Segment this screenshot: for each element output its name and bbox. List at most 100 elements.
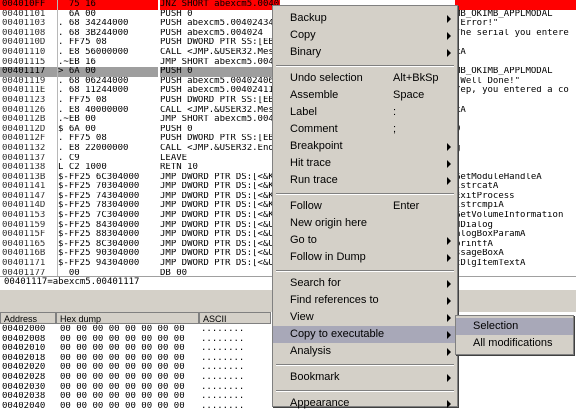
- dump-row-hex[interactable]: 00 00 00 00 00 00 00 00: [60, 392, 199, 402]
- disasm-row-cmt[interactable]: xA: [455, 48, 576, 58]
- dump-row-addr[interactable]: 00402018: [2, 354, 56, 364]
- menu-item-copy-to-executable[interactable]: Copy to executable: [273, 326, 457, 343]
- disasm-row-dis[interactable]: PUSH abexcm5.004024: [160, 29, 280, 39]
- disasm-row-dis[interactable]: LEAVE: [160, 154, 280, 164]
- disasm-row-addr[interactable]: 0040114D: [0, 201, 57, 211]
- dump-row-addr[interactable]: 00402028: [2, 373, 56, 383]
- disasm-row-dis[interactable]: JMP DWORD PTR DS:[<&USER32: [160, 230, 280, 240]
- menu-item-undo-selection[interactable]: Undo selection Alt+BkSp: [273, 70, 457, 87]
- disasm-row-dis[interactable]: JMP SHORT abexcm5.0040112D: [160, 115, 280, 125]
- disasm-row-dis[interactable]: JMP DWORD PTR DS:[<&KERNEL: [160, 211, 280, 221]
- dump-row-addr[interactable]: 00402010: [2, 344, 56, 354]
- dump-row-ascii[interactable]: ........: [201, 392, 271, 402]
- disasm-row-hex[interactable]: > 6A 00: [58, 67, 158, 77]
- submenu-item-selection[interactable]: Selection: [456, 318, 573, 335]
- disasm-row-hex[interactable]: L C2 1000: [58, 163, 158, 173]
- dump-row-addr[interactable]: 00402008: [2, 335, 56, 345]
- disasm-row-addr[interactable]: 00401138: [0, 163, 57, 173]
- disasm-row-hex[interactable]: . FF75 08: [58, 38, 158, 48]
- disasm-row-hex[interactable]: . 68 3B244000: [58, 29, 158, 39]
- disasm-row-cmt[interactable]: tDlgItemTextA: [455, 259, 576, 269]
- disasm-row-hex[interactable]: $-FF25 74304000: [58, 192, 158, 202]
- disasm-row-addr[interactable]: 0040111E: [0, 86, 57, 96]
- disasm-row-addr[interactable]: 00401103: [0, 19, 57, 29]
- dump-row-ascii[interactable]: ........: [201, 344, 271, 354]
- disasm-row-hex[interactable]: . E8 22000000: [58, 144, 158, 154]
- disasm-row-cmt[interactable]: [455, 163, 576, 173]
- disasm-row-dis[interactable]: PUSH 0: [160, 10, 280, 20]
- disasm-row-cmt[interactable]: GetModuleHandleA: [455, 173, 576, 183]
- dump-row-addr[interactable]: 00402040: [2, 402, 56, 410]
- menu-item-follow[interactable]: Follow Enter: [273, 198, 457, 215]
- dump-header-address[interactable]: Address: [0, 312, 56, 324]
- disasm-row-hex[interactable]: .~EB 16: [58, 58, 158, 68]
- disasm-row-addr[interactable]: 0040116B: [0, 249, 57, 259]
- disasm-row-dis[interactable]: JMP SHORT abexcm5.00401130: [160, 58, 280, 68]
- disasm-row-hex[interactable]: $-FF25 90304000: [58, 249, 158, 259]
- dump-row-ascii[interactable]: ........: [201, 373, 271, 383]
- dump-row-ascii[interactable]: ........: [201, 363, 271, 373]
- disasm-row-dis[interactable]: JMP DWORD PTR DS:[<&USER32: [160, 259, 280, 269]
- disasm-row-hex[interactable]: $-FF25 88304000: [58, 230, 158, 240]
- dump-row-addr[interactable]: 00402038: [2, 392, 56, 402]
- dump-row-addr[interactable]: 00402000: [2, 325, 56, 335]
- disasm-row-cmt[interactable]: 0: [455, 125, 576, 135]
- disasm-row-dis[interactable]: PUSH DWORD PTR SS:[EBP+8]: [160, 134, 280, 144]
- disasm-row-hex[interactable]: $-FF25 84304000: [58, 221, 158, 231]
- disasm-row-dis[interactable]: JMP DWORD PTR DS:[<&KERNEL: [160, 182, 280, 192]
- dump-header-hex[interactable]: Hex dump: [56, 312, 199, 324]
- disasm-row-addr[interactable]: 00401119: [0, 77, 57, 87]
- disasm-row-dis[interactable]: PUSH 0: [160, 125, 280, 135]
- menu-item-follow-in-dump[interactable]: Follow in Dump: [273, 249, 457, 266]
- disasm-row-hex[interactable]: $-FF25 8C304000: [58, 240, 158, 250]
- disasm-row-cmt[interactable]: "Well Done!": [455, 77, 576, 87]
- disasm-row-dis[interactable]: PUSH DWORD PTR SS:[EBP+8]: [160, 96, 280, 106]
- disasm-row-dis[interactable]: PUSH abexcm5.00402411: [160, 86, 280, 96]
- dump-row-ascii[interactable]: ........: [201, 325, 271, 335]
- disasm-row-addr[interactable]: 00401137: [0, 154, 57, 164]
- disasm-row-hex[interactable]: 6A 00: [58, 10, 158, 20]
- dump-row-hex[interactable]: 00 00 00 00 00 00 00 00: [60, 354, 199, 364]
- menu-item-appearance[interactable]: Appearance: [273, 395, 457, 412]
- dump-row-hex[interactable]: 00 00 00 00 00 00 00 00: [60, 335, 199, 345]
- disasm-row-addr[interactable]: 00401117: [0, 67, 57, 77]
- disasm-row-cmt[interactable]: ExitProcess: [455, 192, 576, 202]
- disasm-row-addr[interactable]: 0040112D: [0, 125, 57, 135]
- disasm-row-cmt[interactable]: lstrcmpiA: [455, 201, 576, 211]
- menu-item-backup[interactable]: Backup: [273, 10, 457, 27]
- menu-item-assemble[interactable]: Assemble Space: [273, 87, 457, 104]
- disasm-row-cmt[interactable]: The serial you entere: [455, 29, 576, 39]
- dump-row-hex[interactable]: 00 00 00 00 00 00 00 00: [60, 325, 199, 335]
- menu-item-hit-trace[interactable]: Hit trace: [273, 155, 457, 172]
- disasm-row-addr[interactable]: 00401159: [0, 221, 57, 231]
- disasm-row-dis[interactable]: CALL <JMP.&USER32.EndDialog>: [160, 144, 280, 154]
- disasm-row-hex[interactable]: . FF75 08: [58, 134, 158, 144]
- disasm-row-hex[interactable]: $ 6A 00: [58, 125, 158, 135]
- disasm-row-hex[interactable]: . 68 11244000: [58, 86, 158, 96]
- disasm-row-dis[interactable]: JMP DWORD PTR DS:[<&USER32: [160, 240, 280, 250]
- disasm-row-cmt[interactable]: "Error!": [455, 19, 576, 29]
- dump-header-ascii[interactable]: ASCII: [199, 312, 271, 324]
- disasm-row-cmt[interactable]: [455, 38, 576, 48]
- disasm-row-addr[interactable]: 00401141: [0, 182, 57, 192]
- disasm-row-cmt[interactable]: dDialog: [455, 221, 576, 231]
- submenu-item-all-modifications[interactable]: All modifications: [456, 335, 573, 352]
- disasm-row-cmt[interactable]: printfA: [455, 240, 576, 250]
- disasm-row-dis[interactable]: JMP DWORD PTR DS:[<&KERNEL: [160, 173, 280, 183]
- menu-item-comment[interactable]: Comment;: [273, 121, 457, 138]
- disasm-row-cmt[interactable]: g: [455, 144, 576, 154]
- dump-row-hex[interactable]: 00 00 00 00 00 00 00 00: [60, 383, 199, 393]
- disasm-row-hex[interactable]: $-FF25 78304000: [58, 201, 158, 211]
- disasm-row-cmt[interactable]: xA: [455, 106, 576, 116]
- disasm-row-addr[interactable]: 00401153: [0, 211, 57, 221]
- dump-row-addr[interactable]: 00402030: [2, 383, 56, 393]
- dump-row-hex[interactable]: 00 00 00 00 00 00 00 00: [60, 402, 199, 410]
- disasm-row-dis[interactable]: PUSH abexcm5.00402406: [160, 77, 280, 87]
- disasm-row-hex[interactable]: $-FF25 94304000: [58, 259, 158, 269]
- disasm-row-addr[interactable]: 0040112B: [0, 115, 57, 125]
- disasm-row-dis[interactable]: CALL <JMP.&USER32.MessageBoxA>: [160, 106, 280, 116]
- menu-item-find-references-to[interactable]: Find references to: [273, 292, 457, 309]
- disasm-row-cmt[interactable]: GetVolumeInformation: [455, 211, 576, 221]
- disasm-row-dis[interactable]: PUSH DWORD PTR SS:[EBP+8]: [160, 38, 280, 48]
- menu-item-go-to[interactable]: Go to: [273, 232, 457, 249]
